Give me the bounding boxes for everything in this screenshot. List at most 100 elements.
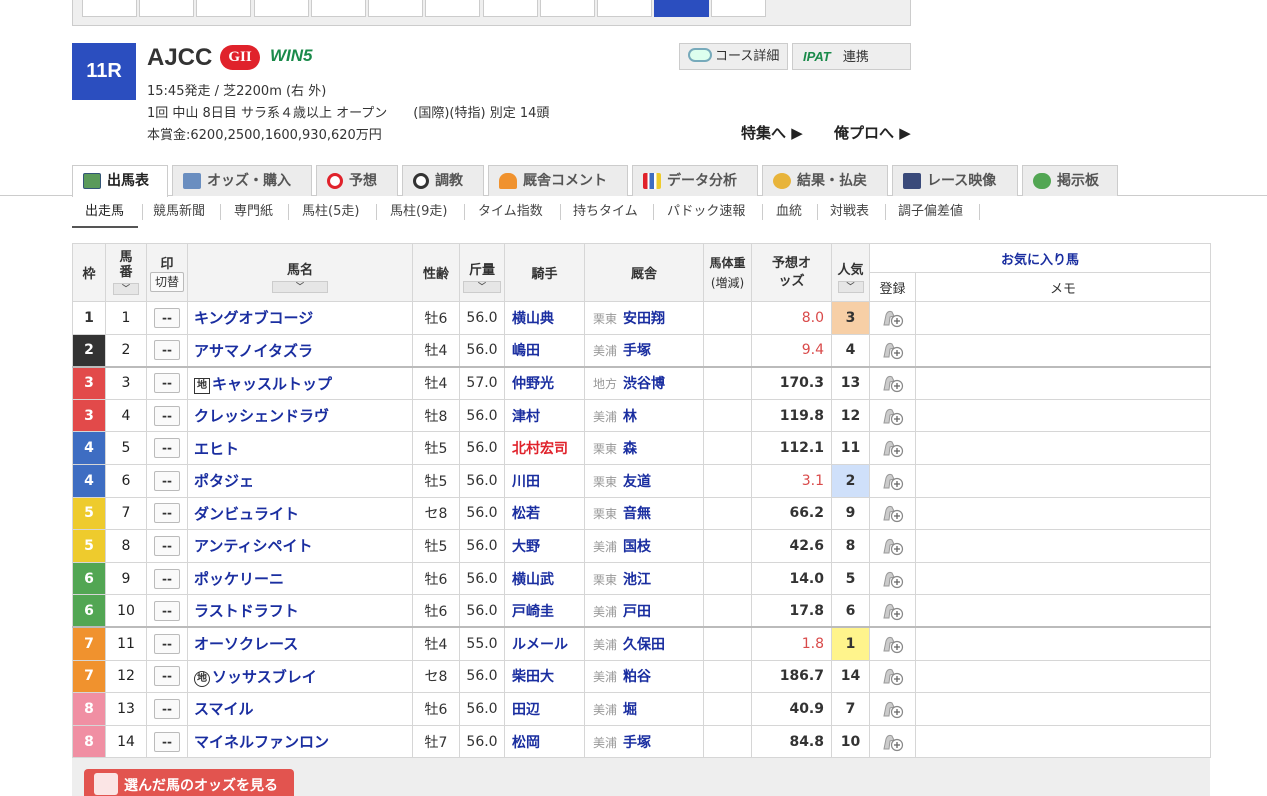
add-favorite-icon[interactable] xyxy=(881,406,905,426)
memo-cell[interactable] xyxy=(914,594,1212,628)
horse-name-link[interactable]: クレッシェンドラヴ xyxy=(194,407,329,425)
trainer-link[interactable]: 久保田 xyxy=(623,637,665,653)
race-tab[interactable] xyxy=(254,0,309,17)
mark-select[interactable]: -- xyxy=(154,307,180,328)
memo-cell[interactable] xyxy=(914,365,1212,400)
add-favorite-icon[interactable] xyxy=(881,569,905,589)
mark-select[interactable]: -- xyxy=(154,698,180,719)
mark-select[interactable]: -- xyxy=(154,503,180,524)
horse-name-link[interactable]: ポッケリーニ xyxy=(194,570,284,588)
tab-video[interactable]: レース映像 xyxy=(892,165,1018,196)
horse-name-link[interactable]: スマイル xyxy=(194,700,254,718)
race-tab[interactable] xyxy=(597,0,652,17)
add-favorite-icon[interactable] xyxy=(881,308,905,328)
ipat-link-button[interactable]: IPAT 連携 xyxy=(792,43,911,70)
header-weight[interactable]: 斤量 ﹀ xyxy=(459,243,505,302)
jockey-link[interactable]: 松若 xyxy=(504,496,585,531)
mark-select[interactable]: -- xyxy=(154,600,180,621)
course-detail-button[interactable]: コース詳細 xyxy=(679,43,788,70)
mark-select[interactable]: -- xyxy=(154,633,180,654)
memo-cell[interactable] xyxy=(914,626,1212,661)
race-tab[interactable] xyxy=(368,0,423,17)
race-tab[interactable] xyxy=(196,0,251,17)
mark-toggle-button[interactable]: 切替 xyxy=(150,272,184,292)
jockey-link[interactable]: 津村 xyxy=(504,398,585,433)
subtab-matchup[interactable]: 対戦表 xyxy=(830,200,869,228)
horse-name-link[interactable]: ダンビュライト xyxy=(194,505,299,523)
horse-name-link[interactable]: マイネルファンロン xyxy=(194,733,329,751)
memo-cell[interactable] xyxy=(914,659,1212,694)
horse-name-link[interactable]: キングオブコージ xyxy=(194,309,313,327)
header-popularity[interactable]: 人気 ﹀ xyxy=(831,243,870,302)
sort-toggle[interactable]: ﹀ xyxy=(113,283,139,295)
mark-select[interactable]: -- xyxy=(154,731,180,752)
jockey-link[interactable]: 松岡 xyxy=(504,724,585,759)
add-favorite-icon[interactable] xyxy=(881,699,905,719)
jockey-link[interactable]: ルメール xyxy=(504,626,585,661)
race-tab[interactable] xyxy=(311,0,366,17)
tab-chokyo[interactable]: 調教 xyxy=(402,165,484,196)
memo-cell[interactable] xyxy=(914,692,1212,726)
add-favorite-icon[interactable] xyxy=(881,503,905,523)
memo-cell[interactable] xyxy=(914,496,1212,531)
mark-select[interactable]: -- xyxy=(154,373,180,394)
subtab-newspaper[interactable]: 競馬新聞 xyxy=(153,200,205,228)
add-favorite-icon[interactable] xyxy=(881,536,905,556)
add-favorite-icon[interactable] xyxy=(881,471,905,491)
race-tab[interactable] xyxy=(82,0,137,17)
trainer-link[interactable]: 粕谷 xyxy=(623,669,651,685)
trainer-link[interactable]: 国枝 xyxy=(623,539,651,555)
horse-name-link[interactable]: エヒト xyxy=(194,440,239,458)
memo-cell[interactable] xyxy=(914,529,1212,563)
trainer-link[interactable]: 池江 xyxy=(623,572,651,588)
trainer-link[interactable]: 渋谷博 xyxy=(623,376,665,392)
tab-result[interactable]: 結果・払戻 xyxy=(762,165,888,196)
tab-board[interactable]: 掲示板 xyxy=(1022,165,1118,196)
trainer-link[interactable]: 手塚 xyxy=(623,343,651,359)
subtab-paddock[interactable]: パドック速報 xyxy=(667,200,745,228)
horse-name-link[interactable]: オーソクレース xyxy=(194,635,298,653)
trainer-link[interactable]: 森 xyxy=(623,441,637,457)
jockey-link[interactable]: 戸崎圭 xyxy=(504,594,585,628)
tab-comment[interactable]: 厩舎コメント xyxy=(488,165,628,196)
memo-cell[interactable] xyxy=(914,724,1212,759)
sort-toggle[interactable]: ﹀ xyxy=(837,280,864,293)
sort-toggle[interactable]: ﹀ xyxy=(463,280,501,293)
trainer-link[interactable]: 林 xyxy=(623,409,637,425)
horse-name-link[interactable]: ソッサスブレイ xyxy=(212,668,317,686)
subtab-umabashira9[interactable]: 馬柱(9走) xyxy=(390,200,447,228)
memo-cell[interactable] xyxy=(914,431,1212,465)
race-tab[interactable] xyxy=(483,0,538,17)
add-favorite-icon[interactable] xyxy=(881,732,905,752)
trainer-link[interactable]: 戸田 xyxy=(623,604,651,620)
jockey-link[interactable]: 大野 xyxy=(504,529,585,563)
race-tab-active[interactable] xyxy=(654,0,709,17)
trainer-link[interactable]: 友道 xyxy=(623,474,651,490)
trainer-link[interactable]: 堀 xyxy=(623,702,637,718)
memo-cell[interactable] xyxy=(914,301,1212,335)
memo-cell[interactable] xyxy=(914,463,1212,498)
subtab-pedigree[interactable]: 血統 xyxy=(776,200,802,228)
horse-name-link[interactable]: ポタジェ xyxy=(194,472,254,490)
memo-cell[interactable] xyxy=(914,398,1212,433)
selected-odds-button[interactable]: 選んだ馬のオッズを見る xyxy=(84,769,294,796)
subtab-time-index[interactable]: タイム指数 xyxy=(478,200,543,228)
mark-select[interactable]: -- xyxy=(154,470,180,491)
trainer-link[interactable]: 音無 xyxy=(623,506,651,522)
tab-yosou[interactable]: 予想 xyxy=(316,165,398,196)
jockey-link[interactable]: 横山武 xyxy=(504,561,585,596)
mark-select[interactable]: -- xyxy=(154,568,180,589)
add-favorite-icon[interactable] xyxy=(881,340,905,360)
add-favorite-icon[interactable] xyxy=(881,373,905,393)
tab-shutuba[interactable]: 出馬表 xyxy=(72,165,168,197)
race-tab[interactable] xyxy=(540,0,595,17)
trainer-link[interactable]: 安田翔 xyxy=(623,311,665,327)
horse-name-link[interactable]: キャッスルトップ xyxy=(212,375,332,393)
jockey-link[interactable]: 田辺 xyxy=(504,692,585,726)
add-favorite-icon[interactable] xyxy=(881,438,905,458)
horse-name-link[interactable]: ラストドラフト xyxy=(194,602,299,620)
subtab-condition[interactable]: 調子偏差値 xyxy=(898,200,963,228)
trainer-link[interactable]: 手塚 xyxy=(623,735,651,751)
tab-odds[interactable]: オッズ・購入 xyxy=(172,165,312,196)
race-tab[interactable] xyxy=(139,0,194,17)
